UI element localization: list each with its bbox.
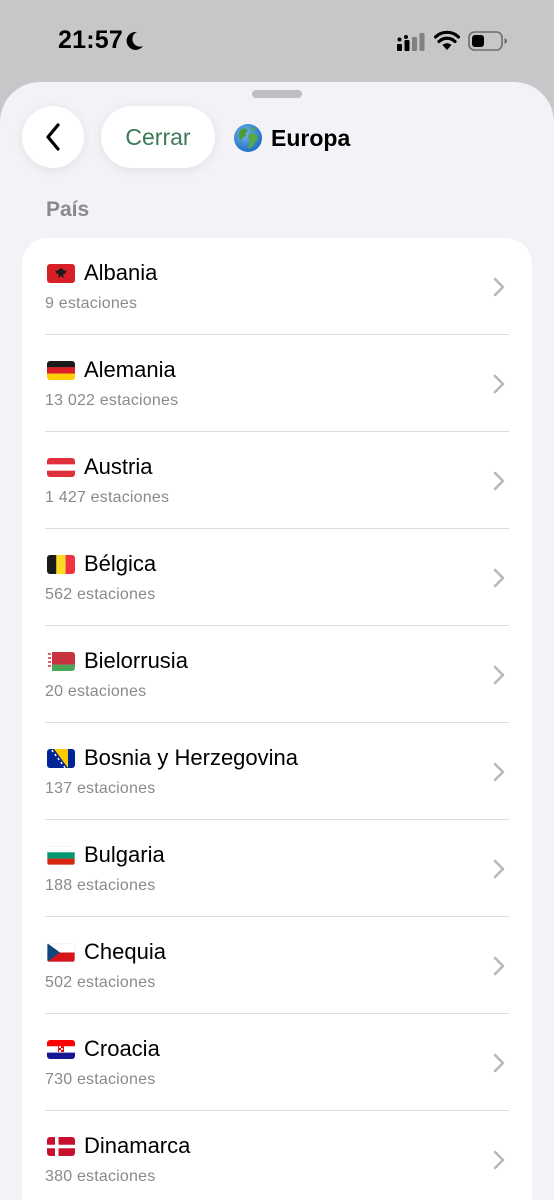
- station-count: 1 427 estaciones: [45, 489, 170, 506]
- czechia-flag-icon: [47, 943, 75, 962]
- country-name: Bosnia y Herzegovina: [84, 745, 299, 770]
- bosnia-flag-icon: [47, 749, 75, 768]
- country-name: Bélgica: [84, 551, 157, 576]
- list-item-country[interactable]: Dinamarca 380 estaciones: [22, 1111, 532, 1200]
- country-name: Albania: [84, 260, 158, 285]
- belarus-flag-icon: [47, 652, 75, 671]
- chevron-right-icon: [493, 568, 505, 588]
- list-item-country[interactable]: Bielorrusia 20 estaciones: [22, 626, 532, 723]
- austria-flag-icon: [47, 458, 75, 477]
- station-count: 137 estaciones: [45, 780, 156, 797]
- screen: 21:57 Cerrar Europa País Albania 9 estac…: [0, 0, 554, 1200]
- back-button[interactable]: [22, 106, 84, 168]
- station-count: 502 estaciones: [45, 974, 156, 991]
- list-item-country[interactable]: Bosnia y Herzegovina 137 estaciones: [22, 723, 532, 820]
- globe-icon: [234, 124, 262, 152]
- country-name: Bulgaria: [84, 842, 165, 867]
- chevron-right-icon: [493, 1053, 505, 1073]
- moon-icon: [126, 31, 143, 50]
- list-item-country[interactable]: Austria 1 427 estaciones: [22, 432, 532, 529]
- country-name: Chequia: [84, 939, 166, 964]
- albania-flag-icon: [47, 264, 75, 283]
- station-count: 562 estaciones: [45, 586, 156, 603]
- status-bar: 21:57: [0, 0, 554, 82]
- country-name: Bielorrusia: [84, 648, 188, 673]
- chevron-right-icon: [493, 665, 505, 685]
- station-count: 730 estaciones: [45, 1071, 156, 1088]
- chevron-right-icon: [493, 374, 505, 394]
- chevron-right-icon: [493, 956, 505, 976]
- country-name: Austria: [84, 454, 153, 479]
- list-item-country[interactable]: Alemania 13 022 estaciones: [22, 335, 532, 432]
- status-time: 21:57: [58, 26, 123, 54]
- station-count: 13 022 estaciones: [45, 392, 179, 409]
- page-title-text: Europa: [271, 124, 351, 151]
- station-count: 9 estaciones: [45, 295, 138, 312]
- list-item-country[interactable]: Albania 9 estaciones: [22, 238, 532, 335]
- station-count: 380 estaciones: [45, 1168, 156, 1185]
- bulgaria-flag-icon: [47, 846, 75, 865]
- modal-sheet: Cerrar Europa País Albania 9 estaciones …: [0, 82, 554, 1200]
- sheet-grabber-handle[interactable]: [252, 90, 302, 98]
- close-button[interactable]: Cerrar: [101, 106, 215, 168]
- page-title: Europa: [233, 122, 350, 154]
- country-name: Croacia: [84, 1036, 160, 1061]
- chevron-right-icon: [493, 471, 505, 491]
- battery-icon: [468, 31, 507, 51]
- denmark-flag-icon: [47, 1137, 75, 1156]
- cellular-signal-icon: [397, 33, 425, 51]
- list-item-country[interactable]: Bulgaria 188 estaciones: [22, 820, 532, 917]
- belgium-flag-icon: [47, 555, 75, 574]
- chevron-right-icon: [493, 277, 505, 297]
- chevron-right-icon: [493, 762, 505, 782]
- chevron-right-icon: [493, 1150, 505, 1170]
- croatia-flag-icon: [47, 1040, 75, 1059]
- section-label-country: País: [46, 198, 90, 221]
- country-name: Dinamarca: [84, 1133, 191, 1158]
- chevron-left-icon: [46, 123, 60, 151]
- germany-flag-icon: [47, 361, 75, 380]
- station-count: 20 estaciones: [45, 683, 147, 700]
- country-name: Alemania: [84, 357, 176, 382]
- list-item-country[interactable]: Bélgica 562 estaciones: [22, 529, 532, 626]
- chevron-right-icon: [493, 859, 505, 879]
- station-count: 188 estaciones: [45, 877, 156, 894]
- country-list: Albania 9 estaciones Alemania 13 022 est…: [22, 238, 532, 1200]
- list-item-country[interactable]: Croacia 730 estaciones: [22, 1014, 532, 1111]
- wifi-icon: [434, 30, 460, 50]
- list-item-country[interactable]: Chequia 502 estaciones: [22, 917, 532, 1014]
